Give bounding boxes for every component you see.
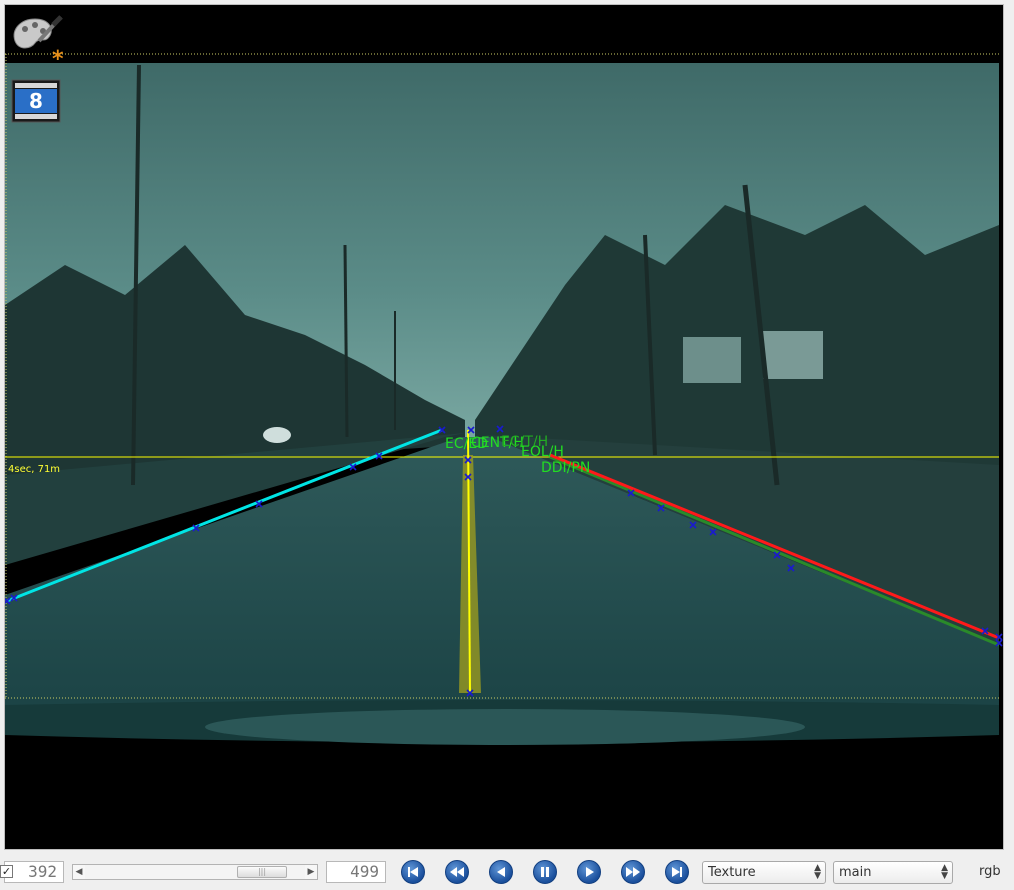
play-icon [586, 867, 594, 877]
fast-backward-icon [450, 867, 464, 877]
fast-forward-icon [626, 867, 640, 877]
scroll-right-arrow[interactable]: ▶ [305, 865, 317, 879]
rgb-checkbox[interactable]: ✓ [0, 865, 13, 878]
distance-label: 4sec, 71m [8, 464, 60, 475]
frame-badge-number: 8 [29, 89, 43, 113]
film-clip-icon[interactable]: 8 [11, 79, 61, 123]
skip-to-start-button[interactable] [401, 860, 425, 884]
modified-marker: * [52, 47, 64, 72]
start-frame-field[interactable]: 392 [4, 861, 64, 883]
fast-forward-button[interactable] [621, 860, 645, 884]
fast-backward-button[interactable] [445, 860, 469, 884]
view-select[interactable]: main ▲ ▼ [833, 861, 953, 884]
video-viewer[interactable]: 4sec, 71m EC/ED CENT/H EC/T/H EOL/H DDI/… [4, 4, 1004, 850]
end-frame-field[interactable]: 499 [326, 861, 386, 883]
scroll-thumb[interactable]: ||| [237, 866, 287, 878]
lane-label: DDI/PN [541, 460, 590, 476]
rgb-label: rgb [979, 864, 1001, 879]
billboard [763, 331, 823, 379]
view-value: main [839, 865, 872, 880]
playback-toolbar: 392 ◀ ||| ▶ 499 Texture ▲ ▼ main ▲ ▼ ✓ rgb [0, 852, 1014, 890]
scroll-left-arrow[interactable]: ◀ [73, 865, 85, 879]
lane-label: EOL/H [521, 444, 564, 460]
skip-to-end-button[interactable] [665, 860, 689, 884]
render-mode-select[interactable]: Texture ▲ ▼ [702, 861, 826, 884]
frame-scrollbar[interactable]: ◀ ||| ▶ [72, 864, 318, 880]
billboard [683, 337, 741, 383]
skip-to-end-icon [672, 867, 682, 877]
camera-frame: 4sec, 71m EC/ED CENT/H EC/T/H EOL/H DDI/… [5, 53, 1003, 849]
oncoming-car [263, 427, 291, 443]
light-pole [343, 244, 349, 438]
step-back-button[interactable] [489, 860, 513, 884]
chevron-updown-icon: ▲ ▼ [814, 863, 821, 881]
pause-button[interactable] [533, 860, 557, 884]
render-mode-value: Texture [708, 865, 756, 880]
chevron-updown-icon: ▲ ▼ [941, 863, 948, 881]
play-button[interactable] [577, 860, 601, 884]
skip-to-start-icon [408, 867, 418, 877]
pause-icon [541, 867, 549, 877]
hood-reflection [205, 709, 805, 745]
step-back-icon [497, 867, 505, 877]
